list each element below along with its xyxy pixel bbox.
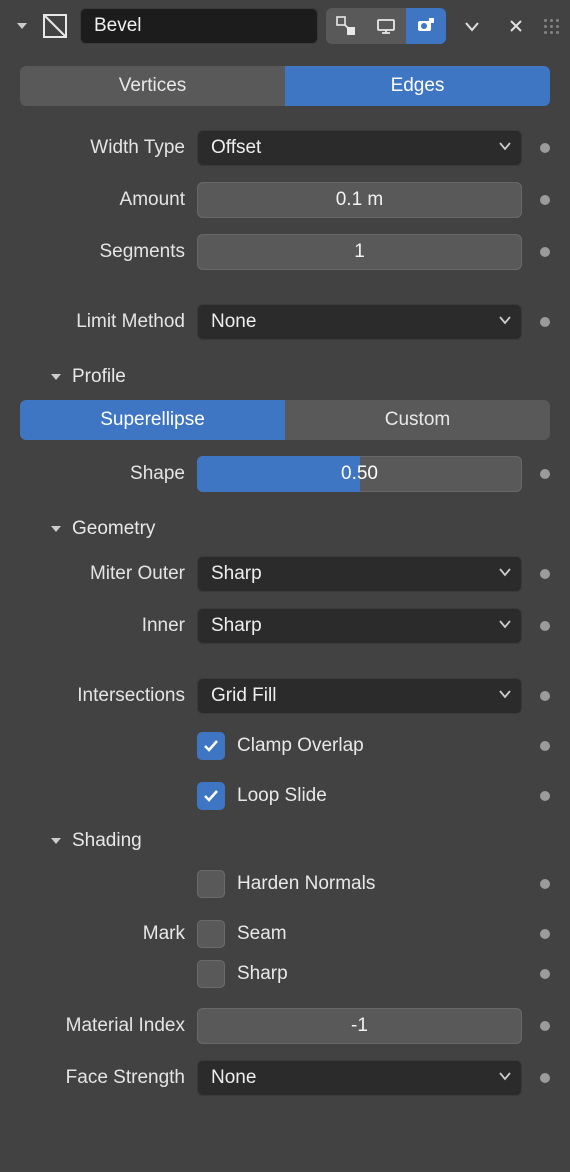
segments-value: 1 bbox=[354, 241, 365, 263]
mark-sharp-label: Sharp bbox=[237, 963, 288, 985]
intersections-label: Intersections bbox=[20, 685, 185, 707]
chevron-down-icon bbox=[498, 1067, 512, 1089]
tab-superellipse-label: Superellipse bbox=[100, 409, 205, 431]
face-strength-select[interactable]: None bbox=[197, 1060, 522, 1096]
miter-inner-label: Inner bbox=[20, 615, 185, 637]
editmode-visibility-icon[interactable] bbox=[326, 8, 366, 44]
property-override-dot[interactable] bbox=[540, 879, 550, 889]
geometry-section-title: Geometry bbox=[72, 518, 155, 540]
tab-vertices-label: Vertices bbox=[119, 75, 187, 97]
property-override-dot[interactable] bbox=[540, 791, 550, 801]
modifier-name-input[interactable]: Bevel bbox=[80, 8, 318, 44]
chevron-down-icon bbox=[498, 137, 512, 159]
shape-value: 0.50 bbox=[197, 456, 522, 492]
amount-value: 0.1 m bbox=[336, 189, 384, 211]
drag-handle-icon[interactable] bbox=[542, 19, 560, 34]
tab-vertices[interactable]: Vertices bbox=[20, 66, 285, 106]
loop-slide-checkbox[interactable] bbox=[197, 782, 225, 810]
property-override-dot[interactable] bbox=[540, 569, 550, 579]
property-override-dot[interactable] bbox=[540, 317, 550, 327]
property-override-dot[interactable] bbox=[540, 691, 550, 701]
profile-section-title: Profile bbox=[72, 366, 126, 388]
property-override-dot[interactable] bbox=[540, 969, 550, 979]
property-override-dot[interactable] bbox=[540, 741, 550, 751]
affect-tabs: Vertices Edges bbox=[20, 66, 550, 106]
property-override-dot[interactable] bbox=[540, 143, 550, 153]
material-index-field[interactable]: -1 bbox=[197, 1008, 522, 1044]
width-type-select[interactable]: Offset bbox=[197, 130, 522, 166]
mark-sharp-checkbox[interactable] bbox=[197, 960, 225, 988]
close-icon[interactable] bbox=[498, 8, 534, 44]
extras-menu-chevron-icon[interactable] bbox=[454, 8, 490, 44]
shading-section-header[interactable]: Shading bbox=[20, 816, 550, 864]
property-override-dot[interactable] bbox=[540, 929, 550, 939]
shape-slider[interactable]: 0.50 bbox=[197, 456, 522, 492]
miter-inner-select[interactable]: Sharp bbox=[197, 608, 522, 644]
clamp-overlap-checkbox[interactable] bbox=[197, 732, 225, 760]
amount-label: Amount bbox=[20, 189, 185, 211]
tab-custom-label: Custom bbox=[385, 409, 450, 431]
miter-inner-value: Sharp bbox=[211, 615, 262, 637]
property-override-dot[interactable] bbox=[540, 1021, 550, 1031]
realtime-visibility-icon[interactable] bbox=[366, 8, 406, 44]
render-visibility-icon[interactable] bbox=[406, 8, 446, 44]
clamp-overlap-label: Clamp Overlap bbox=[237, 735, 364, 757]
harden-normals-label: Harden Normals bbox=[237, 873, 375, 895]
miter-outer-select[interactable]: Sharp bbox=[197, 556, 522, 592]
profile-section-header[interactable]: Profile bbox=[20, 352, 550, 400]
shape-label: Shape bbox=[20, 463, 185, 485]
property-override-dot[interactable] bbox=[540, 247, 550, 257]
tab-edges[interactable]: Edges bbox=[285, 66, 550, 106]
material-index-label: Material Index bbox=[20, 1015, 185, 1037]
face-strength-value: None bbox=[211, 1067, 256, 1089]
limit-method-select[interactable]: None bbox=[197, 304, 522, 340]
chevron-down-icon bbox=[498, 615, 512, 637]
property-override-dot[interactable] bbox=[540, 1073, 550, 1083]
loop-slide-label: Loop Slide bbox=[237, 785, 327, 807]
modifier-header: Bevel bbox=[0, 0, 570, 52]
panel-disclosure[interactable] bbox=[14, 18, 30, 34]
segments-label: Segments bbox=[20, 241, 185, 263]
property-override-dot[interactable] bbox=[540, 469, 550, 479]
tab-superellipse[interactable]: Superellipse bbox=[20, 400, 285, 440]
mark-label: Mark bbox=[20, 923, 185, 945]
material-index-value: -1 bbox=[351, 1015, 368, 1037]
geometry-section-header[interactable]: Geometry bbox=[20, 504, 550, 552]
mark-seam-label: Seam bbox=[237, 923, 287, 945]
miter-outer-label: Miter Outer bbox=[20, 563, 185, 585]
bevel-modifier-icon bbox=[38, 9, 72, 43]
amount-field[interactable]: 0.1 m bbox=[197, 182, 522, 218]
width-type-value: Offset bbox=[211, 137, 261, 159]
shading-section-title: Shading bbox=[72, 830, 142, 852]
property-override-dot[interactable] bbox=[540, 195, 550, 205]
face-strength-label: Face Strength bbox=[20, 1067, 185, 1089]
width-type-label: Width Type bbox=[20, 137, 185, 159]
tab-custom[interactable]: Custom bbox=[285, 400, 550, 440]
property-override-dot[interactable] bbox=[540, 621, 550, 631]
limit-method-value: None bbox=[211, 311, 256, 333]
visibility-buttons bbox=[326, 8, 446, 44]
profile-tabs: Superellipse Custom bbox=[20, 400, 550, 440]
tab-edges-label: Edges bbox=[391, 75, 445, 97]
chevron-down-icon bbox=[498, 311, 512, 333]
miter-outer-value: Sharp bbox=[211, 563, 262, 585]
limit-method-label: Limit Method bbox=[20, 311, 185, 333]
mark-seam-checkbox[interactable] bbox=[197, 920, 225, 948]
intersections-select[interactable]: Grid Fill bbox=[197, 678, 522, 714]
harden-normals-checkbox[interactable] bbox=[197, 870, 225, 898]
bevel-modifier-panel: Bevel bbox=[0, 0, 570, 1172]
chevron-down-icon bbox=[498, 563, 512, 585]
segments-field[interactable]: 1 bbox=[197, 234, 522, 270]
modifier-name-text: Bevel bbox=[94, 15, 142, 37]
intersections-value: Grid Fill bbox=[211, 685, 276, 707]
chevron-down-icon bbox=[498, 685, 512, 707]
